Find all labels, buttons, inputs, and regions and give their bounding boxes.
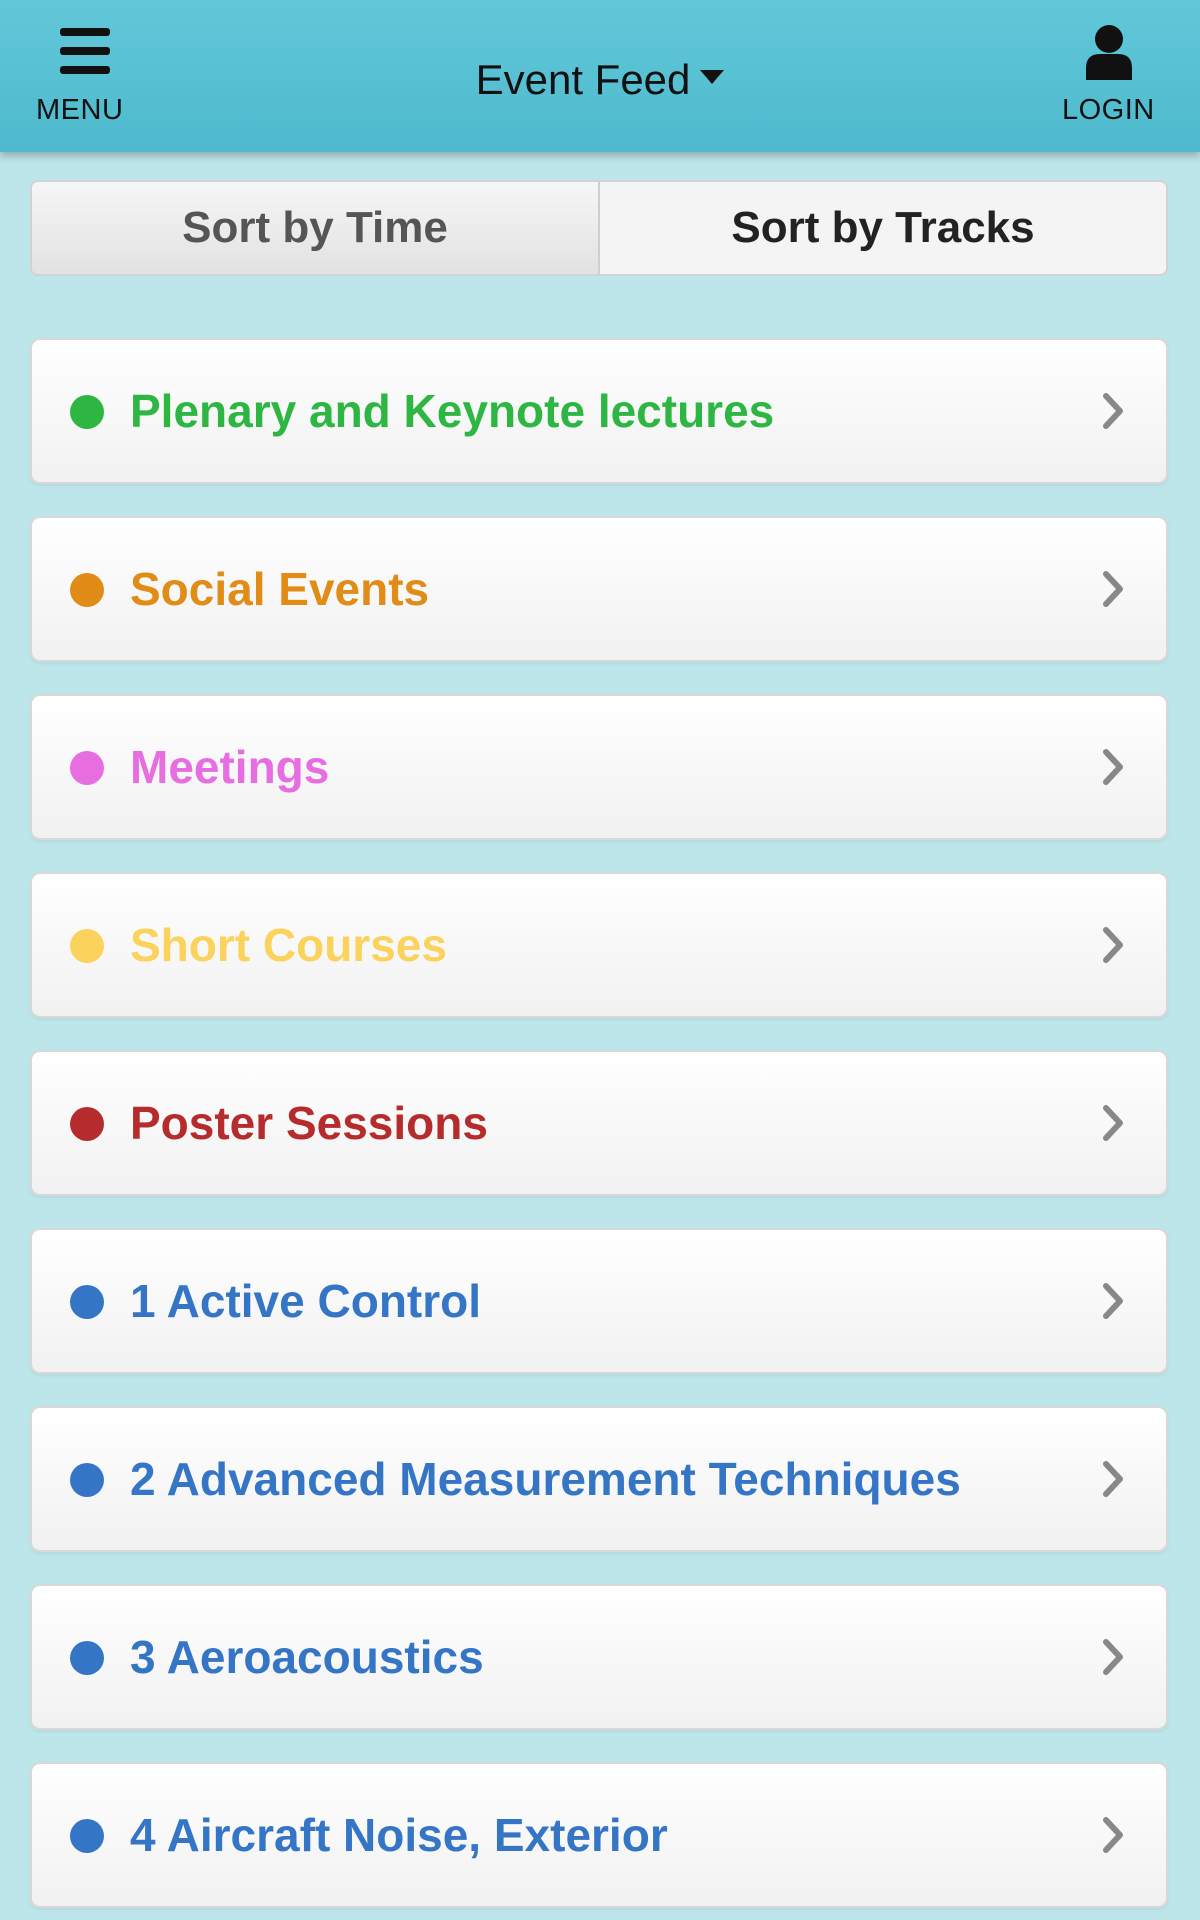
track-label: Short Courses: [130, 919, 447, 971]
sort-segmented-control: Sort by Time Sort by Tracks: [30, 180, 1168, 276]
track-color-dot: [70, 1819, 104, 1853]
event-feed-dropdown[interactable]: Event Feed: [420, 52, 780, 108]
chevron-right-icon: [1103, 393, 1123, 429]
track-item[interactable]: 3 Aeroacoustics: [30, 1584, 1168, 1730]
track-label: 3 Aeroacoustics: [130, 1631, 484, 1683]
chevron-right-icon: [1103, 1817, 1123, 1853]
track-label: Social Events: [130, 563, 430, 615]
track-color-dot: [70, 1463, 104, 1497]
sort-by-time-tab[interactable]: Sort by Time: [32, 182, 600, 274]
track-label: 4 Aircraft Noise, Exterior: [130, 1809, 668, 1861]
user-icon: [1086, 25, 1132, 80]
chevron-right-icon: [1103, 1461, 1123, 1497]
menu-label: MENU: [36, 94, 124, 126]
track-color-dot: [70, 1107, 104, 1141]
track-label: 1 Active Control: [130, 1275, 482, 1327]
track-item[interactable]: Short Courses: [30, 872, 1168, 1018]
track-label: Plenary and Keynote lectures: [130, 385, 775, 437]
track-item[interactable]: Social Events: [30, 516, 1168, 662]
chevron-right-icon: [1103, 1105, 1123, 1141]
sort-by-tracks-tab[interactable]: Sort by Tracks: [600, 182, 1166, 274]
track-color-dot: [70, 751, 104, 785]
chevron-right-icon: [1103, 1639, 1123, 1675]
track-label: Meetings: [130, 741, 330, 793]
track-color-dot: [70, 395, 104, 429]
chevron-right-icon: [1103, 927, 1123, 963]
caret-down-icon: [700, 70, 725, 84]
track-color-dot: [70, 1285, 104, 1319]
track-item[interactable]: Meetings: [30, 694, 1168, 840]
track-item[interactable]: 4 Aircraft Noise, Exterior: [30, 1762, 1168, 1908]
page-title: Event Feed: [475, 56, 691, 103]
track-item[interactable]: 1 Active Control: [30, 1228, 1168, 1374]
hamburger-icon: [60, 28, 110, 74]
track-item[interactable]: Poster Sessions: [30, 1050, 1168, 1196]
app-header: MENU Event Feed LOGIN: [0, 0, 1200, 152]
track-color-dot: [70, 929, 104, 963]
track-label: Poster Sessions: [130, 1097, 488, 1149]
chevron-right-icon: [1103, 1283, 1123, 1319]
track-item[interactable]: Plenary and Keynote lectures: [30, 338, 1168, 484]
login-label: LOGIN: [1062, 94, 1155, 126]
chevron-right-icon: [1103, 749, 1123, 785]
track-item[interactable]: 2 Advanced Measurement Techniques: [30, 1406, 1168, 1552]
menu-button[interactable]: MENU: [36, 22, 136, 132]
chevron-right-icon: [1103, 571, 1123, 607]
track-color-dot: [70, 1641, 104, 1675]
login-button[interactable]: LOGIN: [1050, 22, 1166, 132]
track-color-dot: [70, 573, 104, 607]
track-label: 2 Advanced Measurement Techniques: [130, 1453, 961, 1505]
